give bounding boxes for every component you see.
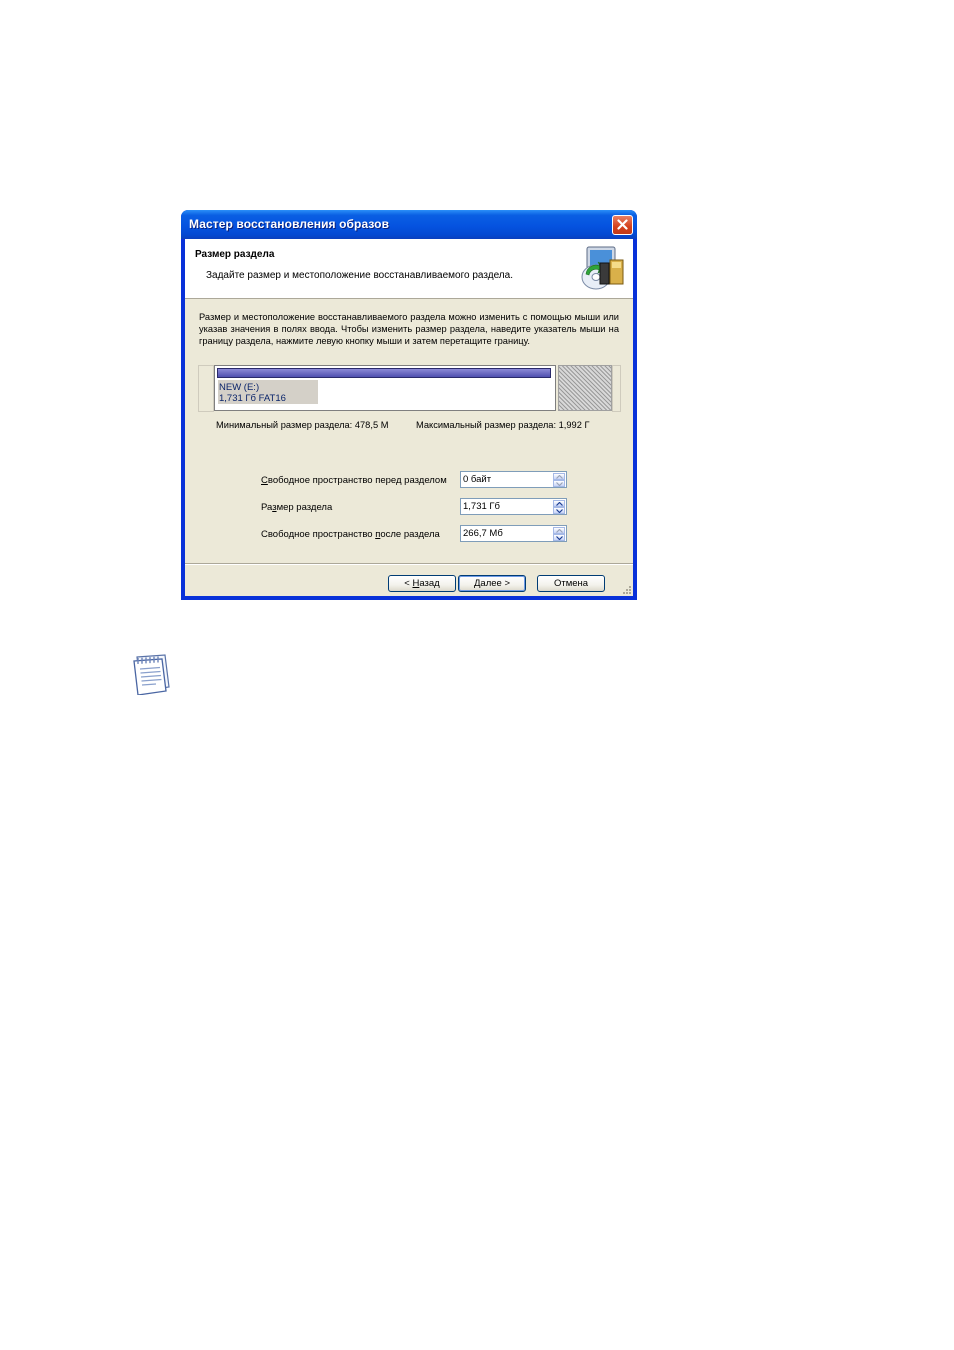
wizard-body: Размер раздела Задайте размер и местопол… [185, 239, 633, 596]
wizard-header: Размер раздела Задайте размер и местопол… [185, 239, 633, 299]
button-separator [185, 563, 633, 565]
free-before-label-post: вободное пространство перед разделом [267, 475, 447, 486]
free-before-spinner[interactable]: 0 байт [460, 471, 567, 488]
min-size-text: Минимальный размер раздела: 478,5 М [216, 420, 389, 430]
partition-block[interactable]: NEW (E:) 1,731 Гб FAT16 [214, 365, 556, 411]
arrow-down-icon [556, 509, 563, 513]
close-icon [617, 219, 628, 230]
free-before-value[interactable]: 0 байт [463, 474, 491, 485]
next-button-post: алее > [480, 578, 511, 589]
back-button[interactable]: < Назад [388, 575, 456, 592]
max-size-text: Максимальный размер раздела: 1,992 Г [416, 420, 590, 430]
partition-size-label-post: мер раздела [276, 502, 333, 513]
window-title: Мастер восстановления образов [189, 217, 390, 231]
partition-size-label: Размер раздела [261, 502, 332, 513]
partition-map-right-edge[interactable] [612, 365, 621, 412]
partition-map[interactable]: NEW (E:) 1,731 Гб FAT16 [198, 365, 621, 412]
title-bar[interactable]: Мастер восстановления образов [181, 210, 637, 239]
free-after-value[interactable]: 266,7 Мб [463, 528, 503, 539]
free-after-label-post: осле раздела [380, 529, 440, 540]
next-button[interactable]: Далее > [458, 575, 526, 592]
unallocated-space[interactable] [558, 365, 612, 411]
close-button[interactable] [612, 215, 633, 235]
partition-name: NEW (E:) [219, 382, 260, 393]
free-before-label-accel: С [261, 475, 268, 486]
free-after-up-button[interactable] [553, 527, 565, 534]
arrow-up-icon [556, 529, 563, 533]
cancel-button[interactable]: Отмена [537, 575, 605, 592]
partition-size-fs: 1,731 Гб FAT16 [219, 393, 286, 404]
note-icon [133, 654, 170, 695]
page-title: Размер раздела [195, 249, 275, 260]
arrow-up-icon [556, 475, 563, 479]
free-before-down-button[interactable] [553, 480, 565, 487]
partition-size-label-pre: Ра [261, 502, 273, 513]
partition-map-left-space[interactable] [198, 365, 214, 412]
restore-wizard-icon [581, 246, 624, 290]
free-after-spinner[interactable]: 266,7 Мб [460, 525, 567, 542]
back-button-post: азад [419, 578, 440, 589]
page-subtitle: Задайте размер и местоположение восстана… [206, 270, 513, 281]
free-after-label: Свободное пространство после раздела [261, 529, 440, 540]
partition-size-value[interactable]: 1,731 Гб [463, 501, 500, 512]
partition-size-spinner[interactable]: 1,731 Гб [460, 498, 567, 515]
arrow-down-icon [556, 482, 563, 486]
free-before-label: Свободное пространство перед разделом [261, 475, 447, 486]
free-after-down-button[interactable] [553, 534, 565, 541]
resize-grip-icon[interactable] [622, 585, 632, 595]
free-after-label-pre: Свободное пространство [261, 529, 376, 540]
restore-wizard-window: Мастер восстановления образов Размер раз… [181, 210, 637, 600]
partition-size-up-button[interactable] [553, 500, 565, 507]
partition-size-down-button[interactable] [553, 507, 565, 514]
partition-usage-bar [217, 368, 551, 378]
arrow-up-icon [556, 502, 563, 506]
arrow-down-icon [556, 536, 563, 540]
free-before-up-button[interactable] [553, 473, 565, 480]
instructions-text: Размер и местоположение восстанавливаемо… [199, 312, 619, 347]
